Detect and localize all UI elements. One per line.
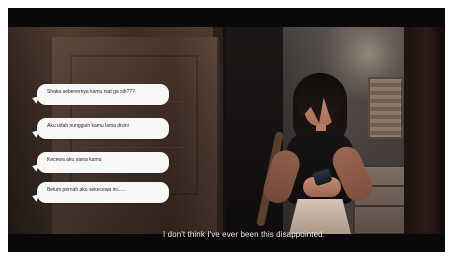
chat-bubble-text: Aku udah nungguin kamu lama disini: [47, 123, 129, 129]
letterbox-top: [8, 8, 445, 27]
chat-bubble-text: Kecewa aku sama kamu: [47, 157, 102, 163]
woman-looking-at-phone: [256, 73, 377, 234]
video-frame: Shaka sebenernya kamu niat ga sih??? Aku…: [8, 8, 445, 252]
chat-bubble: Belum pernah aku sekecewa ini......: [37, 182, 169, 203]
chat-bubble: Kecewa aku sama kamu: [37, 152, 169, 173]
skirt: [289, 199, 351, 234]
right-door-frame: [404, 27, 445, 234]
chat-bubble: Aku udah nungguin kamu lama disini: [37, 118, 169, 139]
subtitle-caption: I don't think I've ever been this disapp…: [162, 230, 326, 239]
chat-bubble-text: Shaka sebenernya kamu niat ga sih???: [47, 89, 135, 95]
chat-bubble-text: Belum pernah aku sekecewa ini......: [47, 187, 126, 193]
chat-bubble: Shaka sebenernya kamu niat ga sih???: [37, 84, 169, 105]
page-wrap: Shaka sebenernya kamu niat ga sih??? Aku…: [0, 0, 453, 260]
